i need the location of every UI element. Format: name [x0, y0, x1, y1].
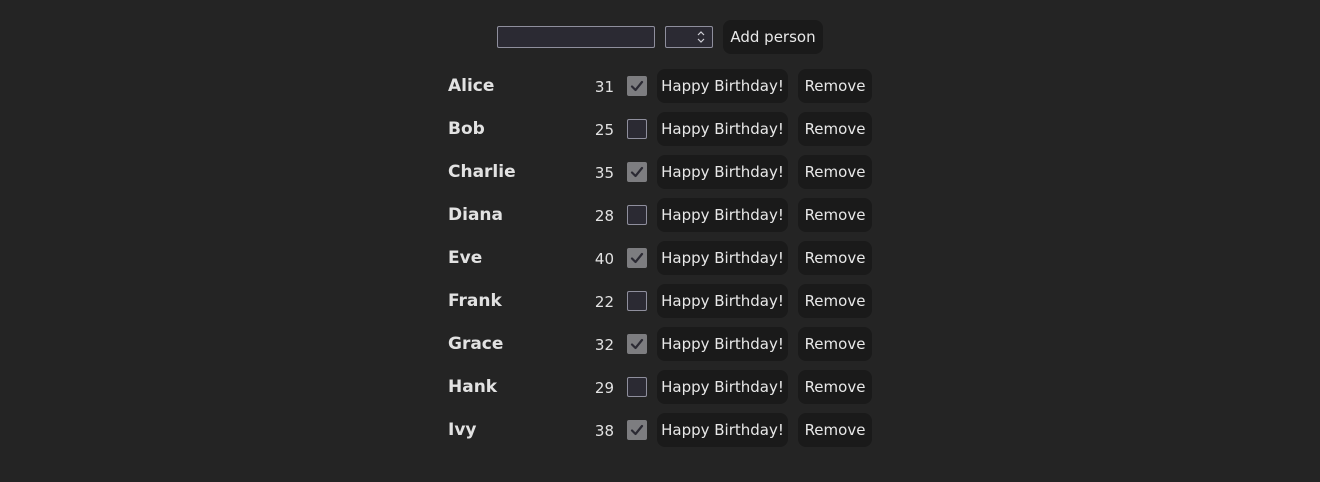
happy-birthday-button[interactable]: Happy Birthday! [657, 284, 788, 318]
check-icon [630, 424, 644, 436]
person-name: Alice [448, 76, 495, 96]
person-age: 31 [594, 78, 614, 96]
person-name: Diana [448, 205, 503, 225]
birthday-checkbox[interactable] [627, 291, 647, 311]
person-name: Hank [448, 377, 498, 397]
birthday-checkbox[interactable] [627, 162, 647, 182]
check-icon [630, 80, 644, 92]
person-row: Bob 25 Happy Birthday! Remove [448, 112, 878, 146]
remove-button[interactable]: Remove [798, 327, 872, 361]
person-name: Ivy [448, 420, 477, 440]
person-name: Grace [448, 334, 504, 354]
remove-button[interactable]: Remove [798, 284, 872, 318]
birthday-checkbox[interactable] [627, 76, 647, 96]
birthday-checkbox[interactable] [627, 377, 647, 397]
happy-birthday-button[interactable]: Happy Birthday! [657, 413, 788, 447]
birthday-checkbox[interactable] [627, 334, 647, 354]
person-name: Eve [448, 248, 483, 268]
person-row: Charlie 35 Happy Birthday! Remove [448, 155, 878, 189]
birthday-checkbox[interactable] [627, 119, 647, 139]
happy-birthday-button[interactable]: Happy Birthday! [657, 69, 788, 103]
birthday-checkbox[interactable] [627, 205, 647, 225]
remove-button[interactable]: Remove [798, 112, 872, 146]
person-row: Ivy 38 Happy Birthday! Remove [448, 413, 878, 447]
birthday-checkbox[interactable] [627, 420, 647, 440]
check-icon [630, 166, 644, 178]
person-row: Grace 32 Happy Birthday! Remove [448, 327, 878, 361]
remove-button[interactable]: Remove [798, 241, 872, 275]
person-age: 32 [594, 336, 614, 354]
people-list: Alice 31 Happy Birthday! Remove Bob 25 H… [448, 69, 878, 456]
person-row: Eve 40 Happy Birthday! Remove [448, 241, 878, 275]
person-age: 29 [594, 379, 614, 397]
person-row: Diana 28 Happy Birthday! Remove [448, 198, 878, 232]
happy-birthday-button[interactable]: Happy Birthday! [657, 370, 788, 404]
person-name: Charlie [448, 162, 516, 182]
person-name: Bob [448, 119, 485, 139]
remove-button[interactable]: Remove [798, 69, 872, 103]
happy-birthday-button[interactable]: Happy Birthday! [657, 155, 788, 189]
person-age: 28 [594, 207, 614, 225]
person-name: Frank [448, 291, 502, 311]
person-row: Alice 31 Happy Birthday! Remove [448, 69, 878, 103]
happy-birthday-button[interactable]: Happy Birthday! [657, 327, 788, 361]
person-age: 25 [594, 121, 614, 139]
add-person-button[interactable]: Add person [723, 20, 823, 54]
person-age: 35 [594, 164, 614, 182]
person-age: 40 [594, 250, 614, 268]
person-row: Hank 29 Happy Birthday! Remove [448, 370, 878, 404]
happy-birthday-button[interactable]: Happy Birthday! [657, 241, 788, 275]
happy-birthday-button[interactable]: Happy Birthday! [657, 198, 788, 232]
remove-button[interactable]: Remove [798, 198, 872, 232]
spinner-arrows-icon[interactable] [697, 30, 705, 44]
happy-birthday-button[interactable]: Happy Birthday! [657, 112, 788, 146]
remove-button[interactable]: Remove [798, 413, 872, 447]
person-row: Frank 22 Happy Birthday! Remove [448, 284, 878, 318]
check-icon [630, 252, 644, 264]
check-icon [630, 338, 644, 350]
add-person-form: Add person [497, 20, 823, 54]
person-age: 38 [594, 422, 614, 440]
age-number-input[interactable] [665, 26, 713, 48]
remove-button[interactable]: Remove [798, 155, 872, 189]
birthday-checkbox[interactable] [627, 248, 647, 268]
person-age: 22 [594, 293, 614, 311]
name-input[interactable] [497, 26, 655, 48]
remove-button[interactable]: Remove [798, 370, 872, 404]
